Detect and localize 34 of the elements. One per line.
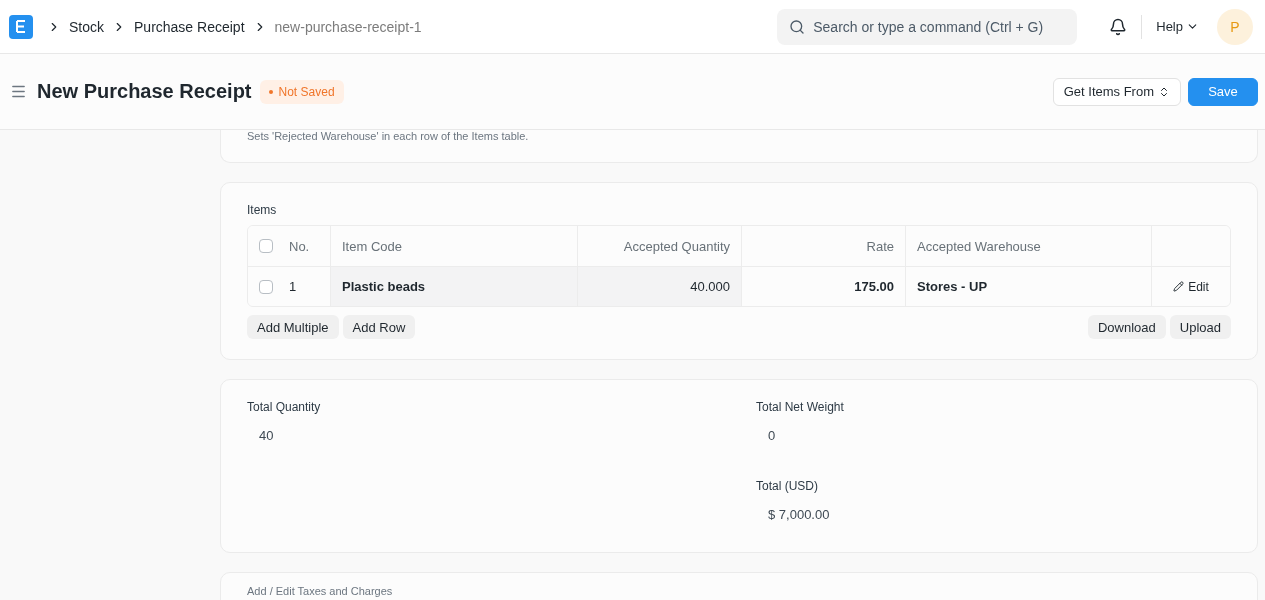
- search-icon: [789, 18, 806, 35]
- field-value: $ 7,000.00: [767, 506, 831, 522]
- breadcrumb-link[interactable]: Purchase Receipt: [134, 18, 245, 35]
- table-cell[interactable]: Plastic beads: [330, 267, 577, 306]
- file-button[interactable]: Download: [1087, 315, 1166, 339]
- table-cell[interactable]: Stores - UP: [905, 267, 1151, 306]
- add-row-button[interactable]: Add Multiple: [247, 315, 339, 339]
- status-badge: Not Saved: [259, 79, 344, 104]
- section-heading: Add / Edit Taxes and Charges: [247, 585, 394, 597]
- help-menu[interactable]: Help: [1156, 19, 1199, 34]
- page-title: New Purchase Receipt: [37, 80, 252, 103]
- search-field[interactable]: Search or type a command (Ctrl + G): [777, 8, 1078, 45]
- field-label: Total Net Weight: [756, 400, 845, 414]
- row-number: 1: [289, 279, 297, 294]
- breadcrumb-link[interactable]: new-purchase-receipt-1: [274, 18, 422, 35]
- field-label: Total (USD): [756, 479, 819, 493]
- menu-icon[interactable]: [10, 83, 27, 100]
- table-label: Items: [247, 203, 278, 217]
- table-cell[interactable]: 175.00: [741, 267, 905, 306]
- pencil-icon: [1173, 281, 1185, 292]
- get-items-from-button[interactable]: Get Items From: [1052, 77, 1181, 106]
- help-text: Sets 'Rejected Warehouse' in each row of the Items table.: [247, 130, 530, 142]
- file-button[interactable]: Upload: [1169, 315, 1231, 339]
- up-down-icon: [1158, 85, 1170, 98]
- field-value: 40: [258, 427, 275, 443]
- checkbox[interactable]: [259, 279, 273, 294]
- field-value: 0: [767, 427, 777, 443]
- add-row-button[interactable]: Add Row: [342, 315, 416, 339]
- breadcrumb-link[interactable]: Stock: [69, 18, 104, 35]
- checkbox[interactable]: [259, 239, 273, 253]
- field-label: Total Quantity: [247, 400, 322, 414]
- column-header: No.: [289, 238, 310, 254]
- bell-icon[interactable]: [1109, 17, 1128, 36]
- app-logo[interactable]: [9, 14, 33, 39]
